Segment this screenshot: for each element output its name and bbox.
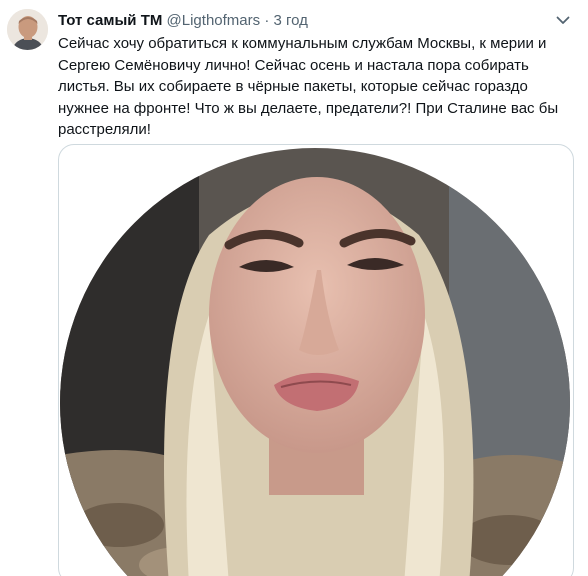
video-still (60, 148, 570, 576)
avatar[interactable] (7, 9, 48, 50)
tweet-text: Сейчас хочу обратиться к коммунальным сл… (58, 35, 559, 138)
avatar-image (7, 9, 48, 50)
more-options-button[interactable] (552, 10, 574, 30)
display-name[interactable]: Тот самый (58, 12, 137, 29)
tweet-media[interactable] (58, 144, 574, 576)
tweet-header: Тот самый ТМ @Ligthofmars · 3 год (58, 12, 558, 30)
tweet[interactable]: Тот самый ТМ @Ligthofmars · 3 год Сейчас… (0, 0, 588, 576)
user-handle[interactable]: @Ligthofmars (167, 12, 261, 29)
timestamp[interactable]: 3 год (273, 12, 307, 29)
chevron-down-icon (556, 16, 570, 24)
name-badge: ТМ (140, 12, 163, 29)
separator-dot: · (264, 12, 270, 29)
